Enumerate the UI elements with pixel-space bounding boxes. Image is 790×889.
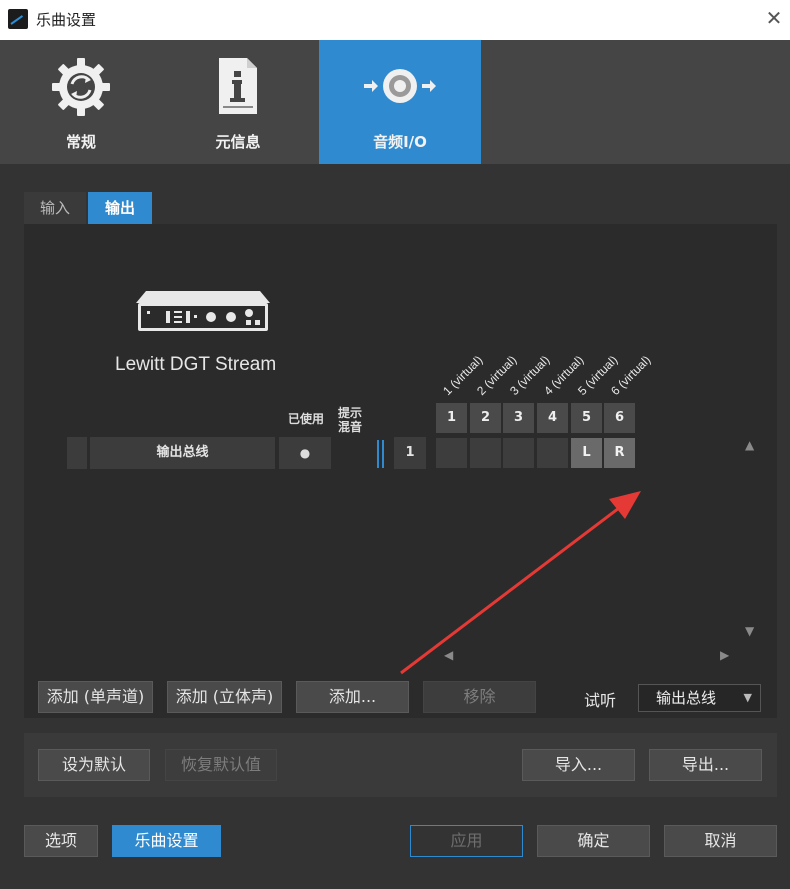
export-button[interactable]: 导出... (649, 749, 762, 781)
cue-mix-meter-left (377, 440, 379, 468)
row-handle[interactable] (67, 437, 87, 469)
channel-number-3: 3 (503, 403, 534, 433)
output-bus-name[interactable]: 输出总线 (90, 437, 275, 469)
audition-select-value: 输出总线 (656, 689, 717, 707)
top-tab-bar: 常规 元信息 音频I/O (0, 40, 790, 164)
set-default-button[interactable]: 设为默认 (38, 749, 150, 781)
annotation-arrow-icon (400, 491, 641, 675)
channel-count: 1 (405, 445, 415, 460)
add-stereo-button[interactable]: 添加 (立体声) (167, 681, 282, 713)
tab-input[interactable]: 输入 (24, 192, 86, 224)
document-info-icon (219, 58, 257, 114)
title-bar: 乐曲设置 ✕ (0, 0, 790, 40)
channel-number-2: 2 (470, 403, 501, 433)
cancel-button[interactable]: 取消 (664, 825, 777, 857)
routing-cell-3[interactable] (503, 438, 534, 468)
tab-metadata-label: 元信息 (215, 133, 261, 151)
chevron-down-icon: ▼ (743, 691, 752, 704)
used-column-header: 已使用 (287, 412, 324, 426)
audio-interface-icon (136, 291, 270, 331)
scroll-right-icon[interactable]: ▶ (720, 648, 729, 662)
cue-mix-header-line2: 混音 (337, 420, 362, 434)
scroll-up-icon[interactable]: ▲ (745, 438, 754, 452)
audio-io-icon (364, 69, 436, 103)
import-button[interactable]: 导入... (522, 749, 635, 781)
tab-output[interactable]: 输出 (88, 192, 152, 224)
routing-cell-1[interactable] (436, 438, 467, 468)
tab-general-label: 常规 (65, 133, 96, 151)
add-mono-button[interactable]: 添加 (单声道) (38, 681, 153, 713)
routing-cell-4[interactable] (537, 438, 568, 468)
remove-button[interactable]: 移除 (423, 681, 536, 713)
ok-button[interactable]: 确定 (537, 825, 650, 857)
cue-mix-header-line1: 提示 (337, 406, 362, 420)
scroll-down-icon[interactable]: ▼ (745, 624, 754, 638)
add-button[interactable]: 添加... (296, 681, 409, 713)
audition-select[interactable]: 输出总线 ▼ (638, 684, 761, 712)
channel-number-1: 1 (436, 403, 467, 433)
options-button[interactable]: 选项 (24, 825, 98, 857)
apply-button[interactable]: 应用 (410, 825, 523, 857)
routing-cell-left[interactable]: L (571, 438, 602, 468)
tab-metadata[interactable]: 元信息 (157, 40, 319, 164)
cue-mix-meter-right (382, 440, 384, 468)
channel-number-5: 5 (571, 403, 602, 433)
routing-cell-2[interactable] (470, 438, 501, 468)
used-indicator[interactable]: ● (279, 437, 331, 469)
song-setup-button[interactable]: 乐曲设置 (112, 825, 221, 857)
tab-general[interactable]: 常规 (0, 40, 162, 164)
restore-default-button[interactable]: 恢复默认值 (165, 749, 277, 781)
app-icon (8, 9, 28, 29)
routing-cell-right[interactable]: R (604, 438, 635, 468)
gear-icon (52, 58, 110, 116)
tab-audio-io-label: 音频I/O (373, 133, 427, 151)
audition-label: 试听 (584, 691, 617, 710)
channel-number-4: 4 (537, 403, 568, 433)
tab-audio-io[interactable]: 音频I/O (319, 40, 481, 164)
channel-number-6: 6 (604, 403, 635, 433)
close-icon[interactable]: ✕ (762, 6, 786, 30)
device-name: Lewitt DGT Stream (115, 354, 277, 375)
cue-mix-header: 提示 混音 (336, 406, 364, 434)
window-title: 乐曲设置 (36, 11, 97, 29)
